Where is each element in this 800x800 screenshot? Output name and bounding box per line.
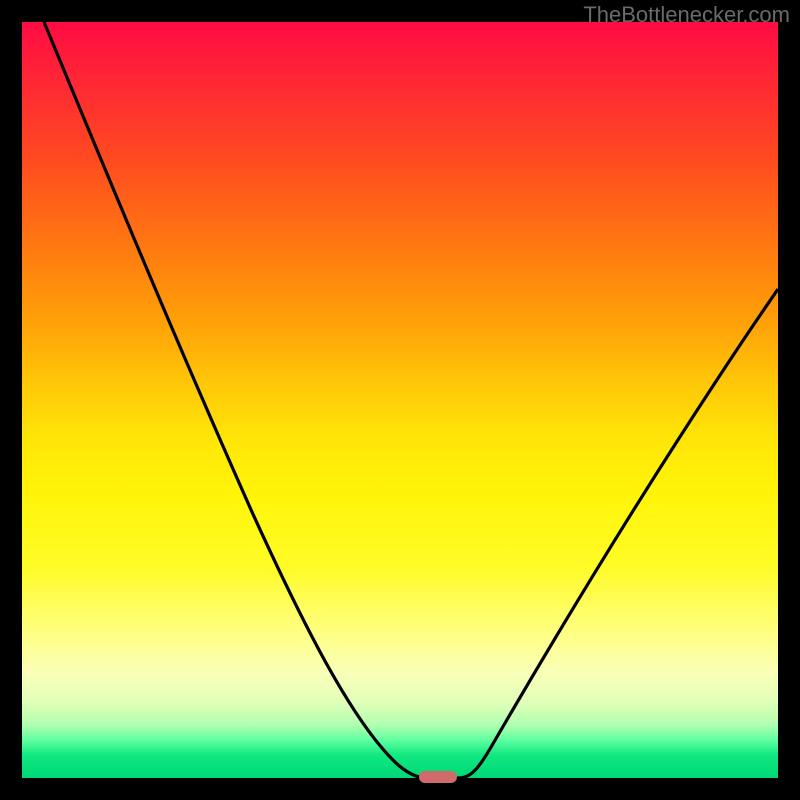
curve-svg (22, 22, 778, 778)
optimal-marker (419, 771, 457, 783)
chart-container: TheBottlenecker.com (0, 0, 800, 800)
attribution-text: TheBottlenecker.com (583, 2, 790, 28)
bottleneck-curve (44, 22, 778, 778)
plot-area (22, 22, 778, 778)
